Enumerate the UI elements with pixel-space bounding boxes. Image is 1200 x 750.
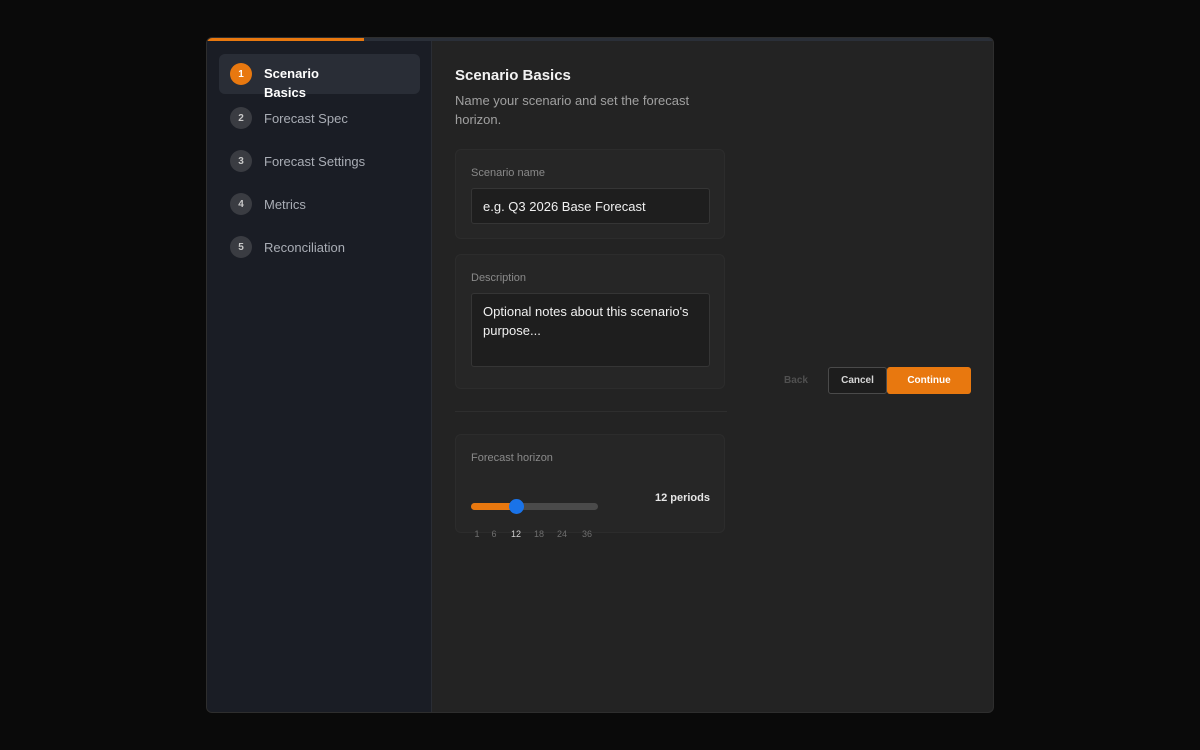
- scenario-name-input[interactable]: e.g. Q3 2026 Base Forecast: [471, 188, 710, 224]
- step-reconciliation[interactable]: 5 Reconciliation: [219, 235, 420, 259]
- horizon-tick-12: 12: [510, 529, 522, 539]
- horizon-slider-thumb[interactable]: [509, 499, 524, 514]
- horizon-tick-1: 1: [474, 529, 480, 539]
- scenario-name-label: Scenario name: [471, 167, 545, 179]
- step-label: Reconciliation: [264, 240, 345, 255]
- description-textarea[interactable]: Optional notes about this scenario's pur…: [471, 293, 710, 367]
- step-number-badge: 2: [230, 107, 252, 129]
- description-label: Description: [471, 272, 527, 284]
- forecast-horizon-card: Forecast horizon 12 periods 1 6 12 18 24 36: [455, 434, 725, 539]
- step-number-badge: 1: [230, 63, 252, 85]
- description-card: Description Optional notes about this sc…: [455, 254, 725, 389]
- step-label: Metrics: [264, 197, 306, 212]
- wizard-steps-sidebar: 1 Scenario Basics 2 Forecast Spec 3 Fore…: [207, 41, 432, 712]
- horizon-tick-24: 24: [556, 529, 568, 539]
- step-scenario-basics[interactable]: 1 Scenario Basics: [219, 54, 420, 100]
- page-title: Scenario Basics: [455, 67, 571, 84]
- wizard-main-panel: Scenario Basics Name your scenario and s…: [433, 41, 993, 712]
- step-forecast-spec[interactable]: 2 Forecast Spec: [219, 106, 420, 130]
- cancel-button[interactable]: Cancel: [828, 367, 887, 394]
- continue-button[interactable]: Continue: [887, 367, 971, 394]
- step-label: Scenario Basics: [264, 66, 319, 100]
- section-divider: [455, 411, 727, 412]
- scenario-name-card: Scenario name e.g. Q3 2026 Base Forecast: [455, 149, 725, 239]
- horizon-tick-6: 6: [491, 529, 497, 539]
- step-forecast-settings[interactable]: 3 Forecast Settings: [219, 149, 420, 173]
- step-label: Forecast Spec: [264, 111, 348, 126]
- page-subtitle: Name your scenario and set the forecast …: [455, 93, 690, 127]
- step-label: Forecast Settings: [264, 154, 366, 169]
- step-metrics[interactable]: 4 Metrics: [219, 192, 420, 216]
- step-number-badge: 4: [230, 193, 252, 215]
- horizon-tick-18: 18: [533, 529, 545, 539]
- horizon-value-readout: 12 periods: [654, 492, 710, 504]
- back-button[interactable]: Back: [771, 367, 821, 394]
- horizon-slider[interactable]: [471, 499, 598, 514]
- forecast-horizon-label: Forecast horizon: [471, 452, 553, 464]
- step-number-badge: 5: [230, 236, 252, 258]
- wizard-dialog: 1 Scenario Basics 2 Forecast Spec 3 Fore…: [206, 37, 994, 713]
- horizon-tick-36: 36: [581, 529, 593, 539]
- step-number-badge: 3: [230, 150, 252, 172]
